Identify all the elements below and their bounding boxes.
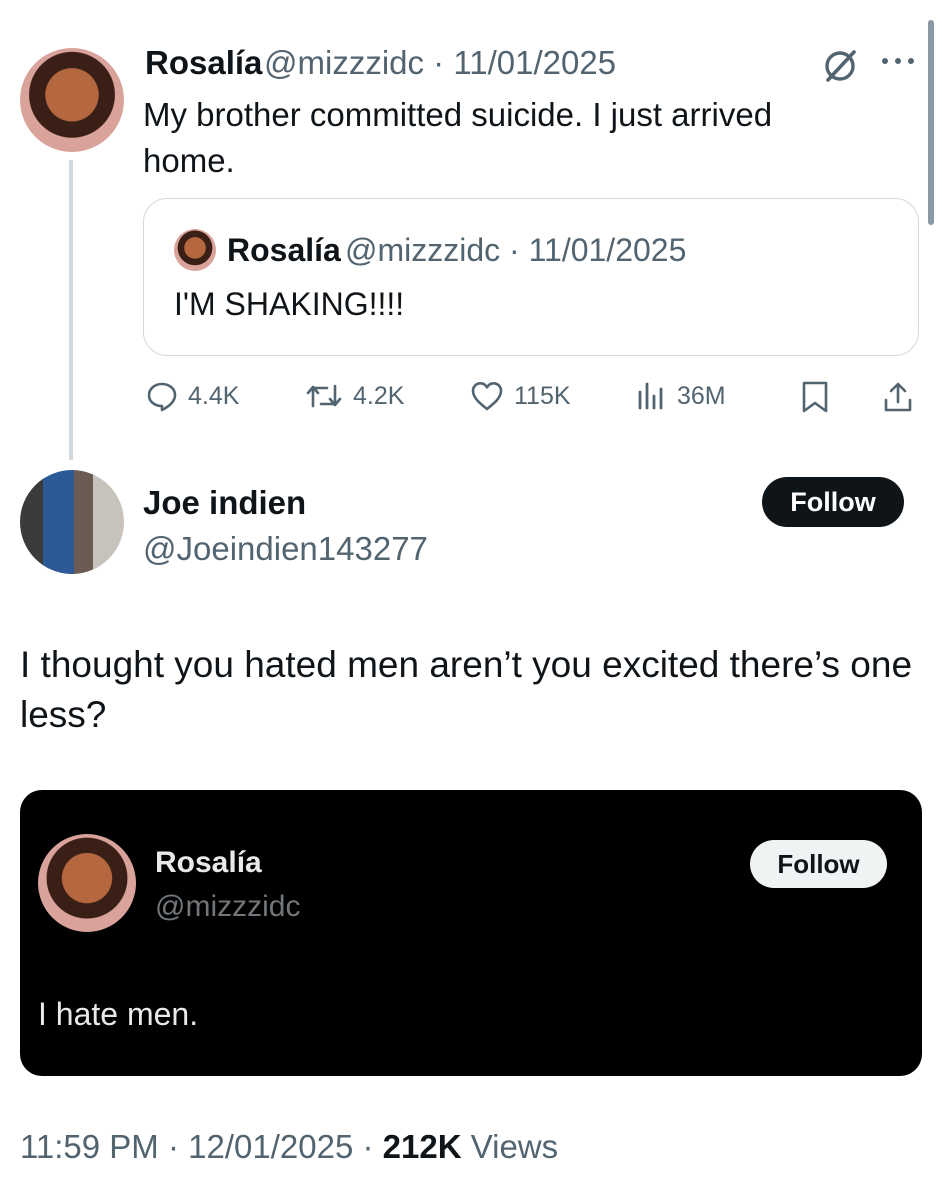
- quoted-avatar: [174, 229, 216, 271]
- follow-button[interactable]: Follow: [762, 477, 904, 527]
- author-handle[interactable]: @mizzzidc: [264, 44, 424, 81]
- reply-avatar[interactable]: [20, 470, 124, 574]
- grok-icon[interactable]: [820, 46, 860, 86]
- embedded-avatar: [38, 834, 136, 932]
- tweet-date[interactable]: 11/01/2025: [453, 44, 616, 81]
- embedded-author-name: Rosalía: [155, 846, 262, 879]
- views-button[interactable]: 36M: [635, 380, 726, 412]
- analytics-icon: [635, 380, 667, 412]
- tweet-time[interactable]: 11:59 PM: [20, 1128, 159, 1165]
- view-count: 36M: [677, 381, 726, 410]
- quoted-date: 11/01/2025: [528, 232, 687, 268]
- views-label: Views: [470, 1128, 559, 1165]
- quoted-tweet-card[interactable]: [143, 198, 919, 356]
- quoted-text: I'M SHAKING!!!!: [174, 286, 405, 322]
- author-handle-date: @mizzzidc · 11/01/2025: [264, 44, 617, 81]
- bookmark-button[interactable]: [800, 380, 830, 414]
- author-name[interactable]: Rosalía: [145, 44, 262, 82]
- heart-icon: [470, 380, 504, 412]
- reply-icon: [146, 380, 178, 412]
- quoted-author-name: Rosalía: [227, 232, 341, 268]
- avatar[interactable]: [20, 48, 124, 152]
- tweet-meta: 11:59 PM · 12/01/2025 · 212K Views: [20, 1128, 559, 1165]
- tweet-text: My brother committed suicide. I just arr…: [143, 96, 773, 179]
- bookmark-icon: [800, 380, 830, 414]
- reply-button[interactable]: 4.4K: [146, 380, 239, 412]
- like-button[interactable]: 115K: [470, 380, 571, 412]
- retweet-count: 4.2K: [353, 381, 405, 410]
- embedded-tweet-card: [20, 790, 922, 1076]
- share-icon: [882, 380, 914, 414]
- retweet-icon: [305, 380, 343, 412]
- share-button[interactable]: [882, 380, 914, 414]
- quoted-handle: @mizzzidc: [345, 232, 501, 268]
- like-count: 115K: [514, 381, 571, 410]
- more-options-icon[interactable]: [880, 55, 916, 67]
- reply-count: 4.4K: [188, 381, 240, 410]
- embedded-author-handle: @mizzzidc: [155, 890, 301, 923]
- scrollbar[interactable]: [928, 20, 934, 225]
- embedded-text: I hate men.: [38, 996, 199, 1032]
- reply-author-name[interactable]: Joe indien: [143, 484, 306, 522]
- retweet-button[interactable]: 4.2K: [305, 380, 404, 412]
- tweet-date-footer[interactable]: 12/01/2025: [188, 1128, 353, 1165]
- views-count: 212K: [382, 1128, 462, 1165]
- embedded-follow-button: Follow: [750, 840, 887, 888]
- reply-text: I thought you hated men aren’t you excit…: [20, 644, 913, 735]
- thread-line: [69, 160, 73, 460]
- quoted-handle-date: @mizzzidc · 11/01/2025: [345, 232, 687, 268]
- reply-author-handle[interactable]: @Joeindien143277: [143, 530, 428, 568]
